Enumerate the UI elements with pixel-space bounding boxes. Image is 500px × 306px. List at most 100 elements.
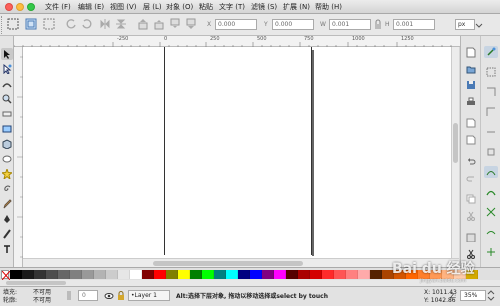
minimize-window-button[interactable] [16,3,24,11]
copy-icon[interactable] [464,193,478,205]
color-swatch[interactable] [10,269,22,279]
color-swatch[interactable] [310,269,322,279]
select-all-icon[interactable] [6,17,20,31]
x-input[interactable]: 0.000 [215,19,257,30]
spiral-tool-icon[interactable] [1,183,13,195]
vertical-scrollbar-thumb[interactable] [453,123,458,163]
color-swatch[interactable] [286,269,298,279]
no-paint-swatch[interactable] [1,270,10,280]
save-icon[interactable] [464,79,478,91]
snap-toggle-icon[interactable] [484,46,498,58]
lower-to-bottom-icon[interactable] [184,17,198,31]
menu-text[interactable]: 文字 (T) [219,2,245,12]
menu-file[interactable]: 文件 (F) [45,2,71,12]
color-swatch[interactable] [370,269,382,279]
color-swatch[interactable] [178,269,190,279]
tweak-tool-icon[interactable] [1,78,13,90]
menu-layer[interactable]: 层 (L) [143,2,162,12]
zoom-stepper-icon[interactable] [487,290,495,301]
flip-horizontal-icon[interactable] [98,17,112,31]
lower-icon[interactable] [168,17,182,31]
color-swatch[interactable] [130,269,142,279]
color-swatch[interactable] [82,269,94,279]
export-icon[interactable] [464,134,478,146]
paste-icon[interactable] [464,231,478,243]
width-input[interactable]: 0.001 [329,19,371,30]
color-swatch[interactable] [346,269,358,279]
snap-bbox-edge-icon[interactable] [484,86,498,98]
snap-midpoint-icon[interactable] [484,126,498,138]
snap-bbox-icon[interactable] [484,66,498,78]
node-tool-icon[interactable] [1,63,13,75]
color-swatch[interactable] [238,269,250,279]
zoom-window-button[interactable] [27,3,35,11]
cut-icon[interactable] [464,210,478,222]
color-swatch[interactable] [298,269,310,279]
vertical-scrollbar[interactable] [451,47,459,258]
ellipse-tool-icon[interactable] [1,153,13,165]
y-input[interactable]: 0.000 [272,19,314,30]
menu-view[interactable]: 视图 (V) [110,2,136,12]
color-swatch[interactable] [34,269,46,279]
select-all-layers-icon[interactable] [24,17,38,31]
color-swatch[interactable] [154,269,166,279]
rotate-ccw-icon[interactable] [64,17,78,31]
palette-scrollbar-thumb[interactable] [6,281,66,285]
zoom-tool-icon[interactable] [1,93,13,105]
color-swatch[interactable] [190,269,202,279]
new-document-icon[interactable] [464,46,478,58]
lock-ratio-icon[interactable] [373,18,383,30]
color-swatch[interactable] [94,269,106,279]
eye-icon[interactable] [104,291,114,301]
color-swatch[interactable] [166,269,178,279]
color-swatch[interactable] [262,269,274,279]
menu-paste[interactable]: 粘贴 [199,2,213,12]
raise-to-top-icon[interactable] [136,17,150,31]
color-swatch[interactable] [322,269,334,279]
snap-nodes-icon[interactable] [484,166,498,178]
color-swatch[interactable] [202,269,214,279]
layer-select[interactable]: •Layer 1 [128,290,170,301]
menu-filters[interactable]: 滤镜 (S) [251,2,277,12]
rotate-cw-icon[interactable] [80,17,94,31]
flip-vertical-icon[interactable] [114,17,128,31]
redo-icon[interactable] [464,172,478,184]
3d-box-tool-icon[interactable] [1,138,13,150]
print-icon[interactable] [464,96,478,108]
snap-guide-icon[interactable] [484,246,498,258]
close-window-button[interactable] [5,3,13,11]
unit-select[interactable]: px [455,19,475,30]
measure-tool-icon[interactable] [1,108,13,120]
deselect-icon[interactable] [42,17,56,31]
horizontal-scrollbar-thumb[interactable] [153,261,303,266]
color-swatch[interactable] [70,269,82,279]
undo-icon[interactable] [464,155,478,167]
color-swatch[interactable] [250,269,262,279]
snap-smooth-node-icon[interactable] [484,226,498,238]
chevron-down-icon[interactable] [475,19,483,30]
snap-intersection-icon[interactable] [484,206,498,218]
color-swatch[interactable] [226,269,238,279]
open-icon[interactable] [464,63,478,75]
calligraphy-tool-icon[interactable] [1,228,13,240]
snap-path-icon[interactable] [484,186,498,198]
pencil-tool-icon[interactable] [1,198,13,210]
selector-tool-icon[interactable] [1,48,13,60]
color-swatch[interactable] [274,269,286,279]
color-swatch[interactable] [58,269,70,279]
menu-help[interactable]: 帮助 (H) [315,2,342,12]
color-swatch[interactable] [118,269,130,279]
color-swatch[interactable] [334,269,346,279]
menu-object[interactable]: 对象 (O) [166,2,193,12]
drawing-canvas[interactable] [23,47,459,258]
color-swatch[interactable] [22,269,34,279]
import-icon[interactable] [464,117,478,129]
color-swatch[interactable] [214,269,226,279]
star-tool-icon[interactable] [1,168,13,180]
height-input[interactable]: 0.001 [393,19,435,30]
pen-tool-icon[interactable] [1,213,13,225]
snap-center-icon[interactable] [484,146,498,158]
snap-bbox-corner-icon[interactable] [484,106,498,118]
menu-extensions[interactable]: 扩展 (N) [283,2,310,12]
raise-icon[interactable] [152,17,166,31]
